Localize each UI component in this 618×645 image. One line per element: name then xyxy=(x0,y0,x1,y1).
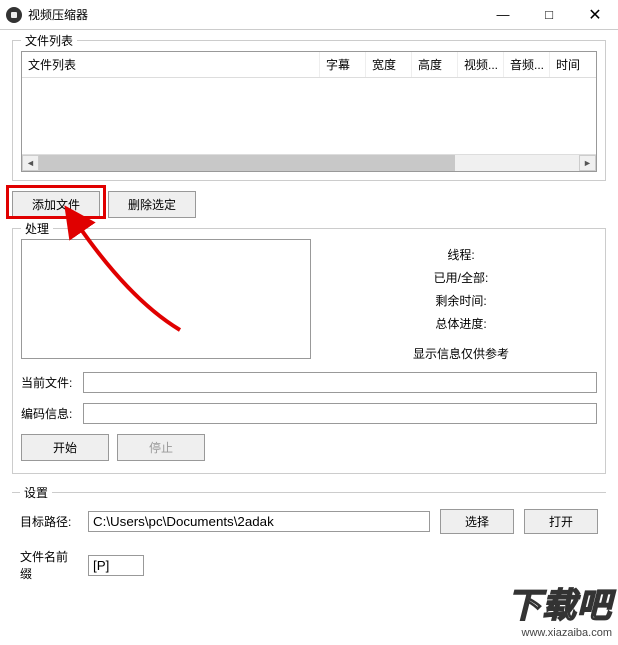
encode-info-field xyxy=(83,403,597,424)
close-button[interactable]: ✕ xyxy=(572,0,618,29)
app-icon xyxy=(6,7,22,23)
target-path-label: 目标路径: xyxy=(20,513,78,530)
maximize-button[interactable]: □ xyxy=(526,0,572,29)
col-width[interactable]: 宽度 xyxy=(366,52,412,77)
encode-info-label: 编码信息: xyxy=(21,405,83,422)
scroll-thumb[interactable] xyxy=(39,155,455,171)
minimize-button[interactable]: — xyxy=(480,0,526,29)
titlebar: 视频压缩器 — □ ✕ xyxy=(0,0,618,30)
col-height[interactable]: 高度 xyxy=(412,52,458,77)
processing-stats: 线程: 已用/全部: 剩余时间: 总体进度: 显示信息仅供参考 xyxy=(325,239,597,362)
stat-remaining-time: 剩余时间: xyxy=(325,289,597,312)
filename-prefix-label: 文件名前缀 xyxy=(20,548,78,582)
window-controls: — □ ✕ xyxy=(480,0,618,29)
choose-button[interactable]: 选择 xyxy=(440,509,514,534)
delete-selected-button[interactable]: 删除选定 xyxy=(108,191,196,218)
file-list-group: 文件列表 文件列表 字幕 宽度 高度 视频... 音频... 时间 ◄ ► xyxy=(12,40,606,181)
scroll-left-arrow[interactable]: ◄ xyxy=(22,155,39,171)
col-subtitle[interactable]: 字幕 xyxy=(320,52,366,77)
stat-overall-progress: 总体进度: xyxy=(325,312,597,335)
stat-threads: 线程: xyxy=(325,243,597,266)
col-audio[interactable]: 音频... xyxy=(504,52,550,77)
file-list-table[interactable]: 文件列表 字幕 宽度 高度 视频... 音频... 时间 ◄ ► xyxy=(21,51,597,172)
watermark: 下载吧 www.xiazaiba.com xyxy=(507,578,612,639)
file-list-header: 文件列表 字幕 宽度 高度 视频... 音频... 时间 xyxy=(22,52,596,78)
processing-list[interactable] xyxy=(21,239,311,359)
watermark-main: 下载吧 xyxy=(507,578,612,627)
current-file-label: 当前文件: xyxy=(21,374,83,391)
watermark-sub: www.xiazaiba.com xyxy=(507,627,612,639)
current-file-field xyxy=(83,372,597,393)
window-title: 视频压缩器 xyxy=(28,6,480,23)
add-file-button[interactable]: 添加文件 xyxy=(12,191,100,218)
start-button[interactable]: 开始 xyxy=(21,434,109,461)
scroll-right-arrow[interactable]: ► xyxy=(579,155,596,171)
horizontal-scrollbar[interactable]: ◄ ► xyxy=(22,154,596,171)
scroll-track[interactable] xyxy=(39,155,579,171)
processing-group-title: 处理 xyxy=(21,220,53,237)
stat-note: 显示信息仅供参考 xyxy=(325,345,597,362)
open-button[interactable]: 打开 xyxy=(524,509,598,534)
processing-group: 处理 线程: 已用/全部: 剩余时间: 总体进度: 显示信息仅供参考 当前文件:… xyxy=(12,228,606,474)
col-time[interactable]: 时间 xyxy=(550,52,596,77)
col-video[interactable]: 视频... xyxy=(458,52,504,77)
target-path-input[interactable] xyxy=(88,511,430,532)
stat-used-total: 已用/全部: xyxy=(325,266,597,289)
file-list-body[interactable] xyxy=(22,78,596,154)
col-name[interactable]: 文件列表 xyxy=(22,52,320,77)
filename-prefix-input[interactable] xyxy=(88,555,144,576)
file-list-group-title: 文件列表 xyxy=(21,32,77,49)
stop-button[interactable]: 停止 xyxy=(117,434,205,461)
settings-group-title: 设置 xyxy=(20,484,52,501)
